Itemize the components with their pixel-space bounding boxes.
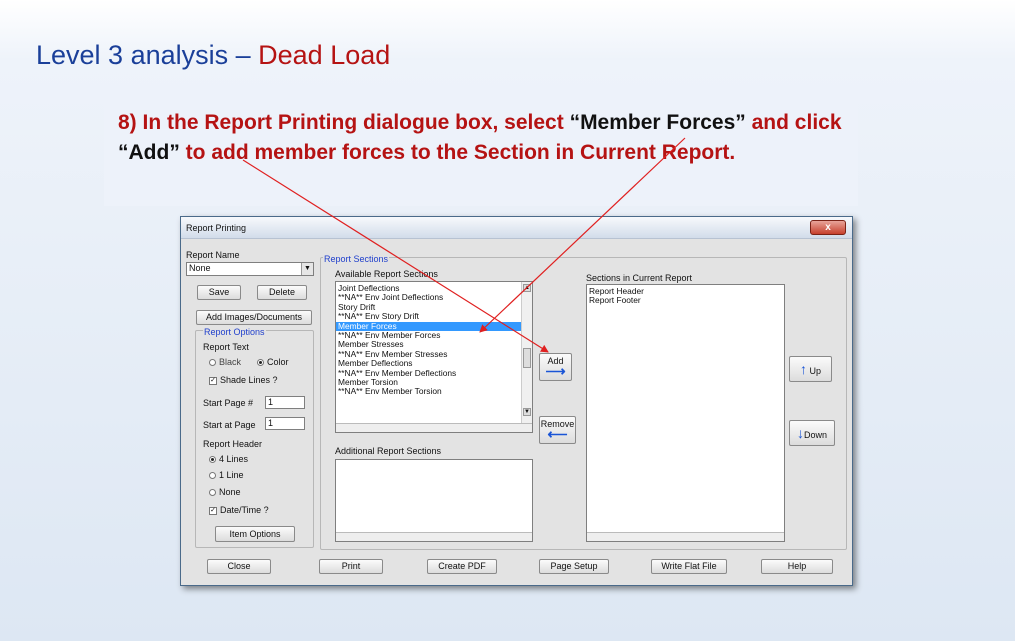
list-item[interactable]: **NA** Env Member Torsion <box>336 386 532 396</box>
additional-sections-list[interactable] <box>335 459 533 542</box>
title-emphasis: Dead Load <box>258 40 391 70</box>
report-options-legend: Report Options <box>203 327 266 337</box>
horizontal-scrollbar[interactable] <box>336 532 532 541</box>
title-dash: – <box>228 40 259 70</box>
additional-sections-label: Additional Report Sections <box>335 446 442 456</box>
slide: Level 3 analysis – Dead Load 8) In the R… <box>0 0 1015 641</box>
page-setup-button[interactable]: Page Setup <box>539 559 609 574</box>
radio-1-line-label: 1 Line <box>219 470 244 480</box>
scroll-up-icon[interactable]: ▲ <box>523 284 531 292</box>
dialog-titlebar[interactable]: Report Printing x <box>181 217 852 239</box>
instruction-part1: 8) In the Report Printing dialogue box, … <box>118 111 570 134</box>
radio-black[interactable]: Black <box>209 357 241 367</box>
radio-color-label: Color <box>267 357 289 367</box>
report-name-value: None <box>189 263 211 273</box>
save-button[interactable]: Save <box>197 285 241 300</box>
up-button[interactable]: ↑ Up <box>789 356 832 382</box>
instruction-box: 8) In the Report Printing dialogue box, … <box>104 100 858 206</box>
right-arrow-icon: ⟶ <box>545 363 566 379</box>
delete-button[interactable]: Delete <box>257 285 307 300</box>
current-sections-label: Sections in Current Report <box>586 273 693 283</box>
close-button[interactable]: Close <box>207 559 271 574</box>
item-options-button[interactable]: Item Options <box>215 526 295 542</box>
list-item[interactable]: Report Footer <box>587 295 784 305</box>
down-arrow-icon: ↓ <box>796 425 804 441</box>
instruction-quote-add: “Add” <box>118 141 180 164</box>
available-sections-list[interactable]: Joint Deflections **NA** Env Joint Deflec… <box>335 281 533 433</box>
current-sections-list[interactable]: Report Header Report Footer <box>586 284 785 542</box>
radio-1-line[interactable]: 1 Line <box>209 470 244 480</box>
radio-4-lines-label: 4 Lines <box>219 454 249 464</box>
down-button[interactable]: ↓Down <box>789 420 835 446</box>
help-button[interactable]: Help <box>761 559 833 574</box>
start-at-page-input[interactable]: 1 <box>265 417 305 430</box>
scroll-thumb[interactable] <box>523 348 531 368</box>
up-button-label: Up <box>809 366 822 376</box>
report-name-select[interactable]: None ▼ <box>186 262 314 276</box>
available-sections-label: Available Report Sections <box>335 269 438 279</box>
instruction-part3: to add member forces to the Section in C… <box>179 141 736 164</box>
radio-1-line-icon[interactable] <box>209 472 216 480</box>
radio-none-label: None <box>219 487 241 497</box>
slide-title: Level 3 analysis – Dead Load <box>36 40 390 71</box>
radio-none[interactable]: None <box>209 487 241 497</box>
instruction-part2: and click <box>745 111 842 134</box>
report-header-label: Report Header <box>203 439 263 449</box>
start-at-page-label: Start at Page <box>203 420 256 430</box>
report-sections-legend: Report Sections <box>323 254 390 264</box>
title-prefix: Level 3 analysis <box>36 40 229 70</box>
dialog-title: Report Printing <box>186 223 247 233</box>
start-page-label: Start Page # <box>203 398 254 408</box>
report-printing-dialog: Report Printing x Report Name None ▼ Sav… <box>180 216 853 586</box>
scroll-down-icon[interactable]: ▼ <box>523 408 531 416</box>
check-icon[interactable]: ✓ <box>209 376 217 385</box>
radio-color[interactable]: Color <box>257 357 289 367</box>
check-icon[interactable]: ✓ <box>209 506 217 515</box>
remove-button[interactable]: Remove ⟵ <box>539 416 576 444</box>
instruction-quote-member-forces: “Member Forces” <box>569 111 746 134</box>
print-button[interactable]: Print <box>319 559 383 574</box>
create-pdf-button[interactable]: Create PDF <box>427 559 497 574</box>
date-time-checkbox[interactable]: ✓ Date/Time ? <box>209 505 269 515</box>
horizontal-scrollbar[interactable] <box>587 532 784 541</box>
close-icon[interactable]: x <box>810 220 846 235</box>
radio-none-icon[interactable] <box>209 489 216 497</box>
add-images-documents-button[interactable]: Add Images/Documents <box>196 310 312 325</box>
radio-4-lines[interactable]: 4 Lines <box>209 454 248 464</box>
shade-lines-checkbox[interactable]: ✓ Shade Lines ? <box>209 375 278 385</box>
write-flat-file-button[interactable]: Write Flat File <box>651 559 727 574</box>
up-arrow-icon: ↑ <box>799 361 807 377</box>
report-name-label: Report Name <box>186 250 240 260</box>
add-button[interactable]: Add ⟶ <box>539 353 572 381</box>
vertical-scrollbar[interactable]: ▲ ▼ <box>521 282 532 423</box>
radio-black-icon[interactable] <box>209 359 216 367</box>
shade-lines-label: Shade Lines ? <box>220 375 278 385</box>
radio-4-lines-icon[interactable] <box>209 456 216 464</box>
start-page-input[interactable]: 1 <box>265 396 305 409</box>
radio-black-label: Black <box>219 357 242 367</box>
chevron-down-icon[interactable]: ▼ <box>301 263 313 275</box>
report-text-label: Report Text <box>203 342 249 352</box>
down-button-label: Down <box>803 430 827 440</box>
left-arrow-icon: ⟵ <box>547 426 568 442</box>
instruction-text: 8) In the Report Printing dialogue box, … <box>118 108 846 168</box>
radio-color-icon[interactable] <box>257 359 264 367</box>
current-sections-items: Report Header Report Footer <box>587 285 784 306</box>
horizontal-scrollbar[interactable] <box>336 423 532 432</box>
available-sections-items: Joint Deflections **NA** Env Joint Deflec… <box>336 282 532 397</box>
date-time-label: Date/Time ? <box>220 505 269 515</box>
